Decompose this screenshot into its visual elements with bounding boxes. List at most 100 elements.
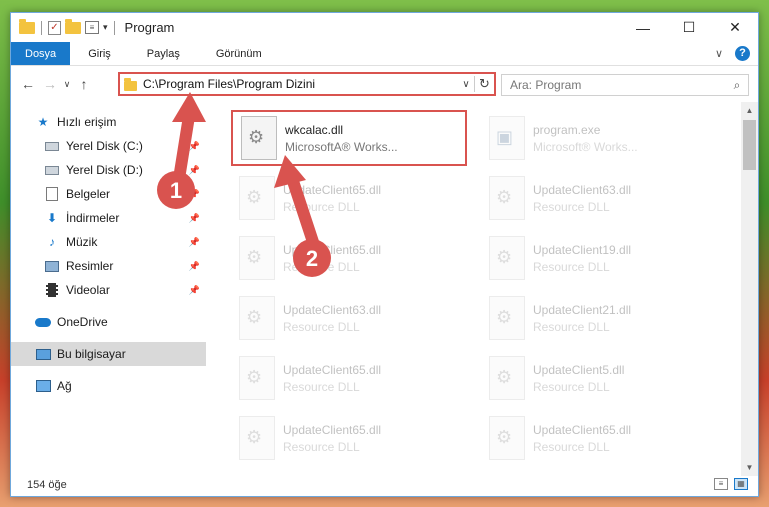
- sidebar-item-label: Yerel Disk (C:): [66, 139, 143, 153]
- file-item[interactable]: UpdateClient19.dll Resource DLL: [481, 230, 717, 286]
- file-name: UpdateClient65.dll: [283, 362, 382, 377]
- sidebar-item-local-disk-c[interactable]: Yerel Disk (C:) 📌: [11, 134, 206, 158]
- file-text: wkcalac.dll MicrosoftA® Works...: [285, 123, 398, 154]
- search-input[interactable]: Ara: Program: [510, 78, 726, 92]
- sidebar-item-network[interactable]: Ağ: [11, 374, 206, 398]
- vertical-scrollbar[interactable]: ▲ ▼: [741, 102, 758, 476]
- help-icon[interactable]: ?: [735, 46, 750, 61]
- file-name: UpdateClient65.dll: [283, 182, 382, 197]
- videos-icon: [44, 283, 60, 297]
- pin-icon[interactable]: 📌: [189, 141, 200, 152]
- address-bar[interactable]: C:\Program Files\Program Dizini ∨ ↻: [118, 72, 496, 96]
- sidebar-item-pictures[interactable]: Resimler 📌: [11, 254, 206, 278]
- sidebar-item-this-pc[interactable]: Bu bilgisayar: [11, 342, 206, 366]
- sidebar-item-quick-access[interactable]: ★ Hızlı erişim: [11, 110, 206, 134]
- minimize-button[interactable]: —: [620, 13, 666, 42]
- exe-file-icon: [489, 116, 525, 160]
- sidebar-item-label: Videolar: [66, 283, 110, 297]
- file-name: UpdateClient19.dll: [533, 242, 632, 257]
- file-name: UpdateClient65.dll: [533, 422, 632, 437]
- properties-icon[interactable]: ≡: [85, 21, 99, 34]
- ribbon-tabs: Dosya Giriş Paylaş Görünüm ∨ ?: [11, 42, 758, 66]
- properties-check-icon[interactable]: ✓: [48, 20, 61, 35]
- file-item[interactable]: UpdateClient63.dll Resource DLL: [231, 290, 467, 346]
- file-item[interactable]: UpdateClient65.dll Resource DLL: [481, 410, 717, 466]
- file-name: UpdateClient5.dll: [533, 362, 625, 377]
- close-button[interactable]: ✕: [712, 13, 758, 42]
- file-item[interactable]: UpdateClient65.dll Resource DLL: [231, 170, 467, 226]
- search-box[interactable]: Ara: Program ⌕: [501, 74, 749, 96]
- file-item-wkcalac[interactable]: wkcalac.dll MicrosoftA® Works...: [231, 110, 467, 166]
- recent-locations-icon[interactable]: ∨: [61, 79, 73, 90]
- file-item[interactable]: UpdateClient65.dll Resource DLL: [231, 350, 467, 406]
- scroll-thumb[interactable]: [743, 120, 756, 170]
- sidebar-item-label: Bu bilgisayar: [57, 347, 126, 361]
- pin-icon[interactable]: 📌: [189, 213, 200, 224]
- dll-file-icon: [239, 236, 275, 280]
- sidebar-item-videos[interactable]: Videolar 📌: [11, 278, 206, 302]
- sidebar-item-local-disk-d[interactable]: Yerel Disk (D:) 📌: [11, 158, 206, 182]
- file-description: Resource DLL: [533, 379, 610, 394]
- explorer-window: ✓ ≡ ▾ Program — ☐ ✕ Dosya Giriş Paylaş G…: [10, 12, 759, 497]
- sidebar-item-downloads[interactable]: ⬇ İndirmeler 📌: [11, 206, 206, 230]
- file-name: program.exe: [533, 122, 601, 137]
- tab-share[interactable]: Paylaş: [129, 42, 198, 65]
- pin-icon[interactable]: 📌: [189, 165, 200, 176]
- tab-home[interactable]: Giriş: [70, 42, 129, 65]
- qat-customize-icon[interactable]: ▾: [103, 22, 108, 33]
- pin-icon[interactable]: 📌: [189, 285, 200, 296]
- refresh-icon[interactable]: ↻: [474, 76, 494, 92]
- search-icon[interactable]: ⌕: [726, 78, 748, 93]
- file-description: Resource DLL: [533, 319, 610, 334]
- address-dropdown-icon[interactable]: ∨: [458, 79, 474, 90]
- tab-view[interactable]: Görünüm: [198, 42, 280, 65]
- downloads-icon: ⬇: [46, 211, 58, 225]
- sidebar-item-label: İndirmeler: [66, 211, 120, 225]
- file-item[interactable]: UpdateClient63.dll Resource DLL: [481, 170, 717, 226]
- tiles-view-icon[interactable]: ▦: [734, 478, 748, 490]
- dll-file-icon: [489, 296, 525, 340]
- file-description: Resource DLL: [283, 259, 360, 274]
- sidebar-item-documents[interactable]: Belgeler 📌: [11, 182, 206, 206]
- file-text: UpdateClient63.dll Resource DLL: [533, 183, 631, 214]
- back-arrow-icon[interactable]: ←: [17, 76, 39, 92]
- view-toggles: ≡ ▦: [714, 478, 748, 490]
- sidebar-item-onedrive[interactable]: OneDrive: [11, 310, 206, 334]
- sidebar-item-label: Müzik: [66, 235, 98, 249]
- file-item[interactable]: UpdateClient65.dll Resource DLL: [231, 230, 467, 286]
- item-count: 154 öğe: [27, 479, 67, 491]
- file-text: UpdateClient65.dll Resource DLL: [283, 183, 381, 214]
- file-item[interactable]: UpdateClient65.dll Resource DLL: [231, 410, 467, 466]
- file-item[interactable]: program.exe Microsoft® Works...: [481, 110, 717, 166]
- dll-file-icon: [489, 176, 525, 220]
- folder-icon: [124, 77, 137, 91]
- file-description: Resource DLL: [533, 259, 610, 274]
- disk-icon: [44, 163, 60, 177]
- file-description: Resource DLL: [283, 439, 360, 454]
- file-description: MicrosoftA® Works...: [285, 139, 398, 154]
- details-view-icon[interactable]: ≡: [714, 478, 728, 490]
- forward-arrow-icon[interactable]: →: [39, 76, 61, 92]
- new-folder-icon[interactable]: [65, 18, 81, 34]
- music-icon: ♪: [49, 235, 55, 249]
- pin-icon[interactable]: 📌: [189, 189, 200, 200]
- file-item[interactable]: UpdateClient5.dll Resource DLL: [481, 350, 717, 406]
- dll-file-icon: [241, 116, 277, 160]
- dll-file-icon: [489, 236, 525, 280]
- file-name: UpdateClient65.dll: [283, 242, 382, 257]
- tab-file[interactable]: Dosya: [11, 42, 71, 65]
- scroll-up-icon[interactable]: ▲: [741, 102, 758, 119]
- sidebar-item-music[interactable]: ♪ Müzik 📌: [11, 230, 206, 254]
- maximize-button[interactable]: ☐: [666, 13, 712, 42]
- file-description: Resource DLL: [533, 439, 610, 454]
- pin-icon[interactable]: 📌: [189, 237, 200, 248]
- computer-icon: [35, 347, 51, 361]
- network-icon: [35, 379, 51, 393]
- file-description: Microsoft® Works...: [533, 139, 638, 154]
- expand-ribbon-icon[interactable]: ∨: [715, 47, 723, 60]
- up-arrow-icon[interactable]: ↑: [73, 76, 95, 92]
- pin-icon[interactable]: 📌: [189, 261, 200, 272]
- file-item[interactable]: UpdateClient21.dll Resource DLL: [481, 290, 717, 346]
- address-path[interactable]: C:\Program Files\Program Dizini: [143, 77, 458, 91]
